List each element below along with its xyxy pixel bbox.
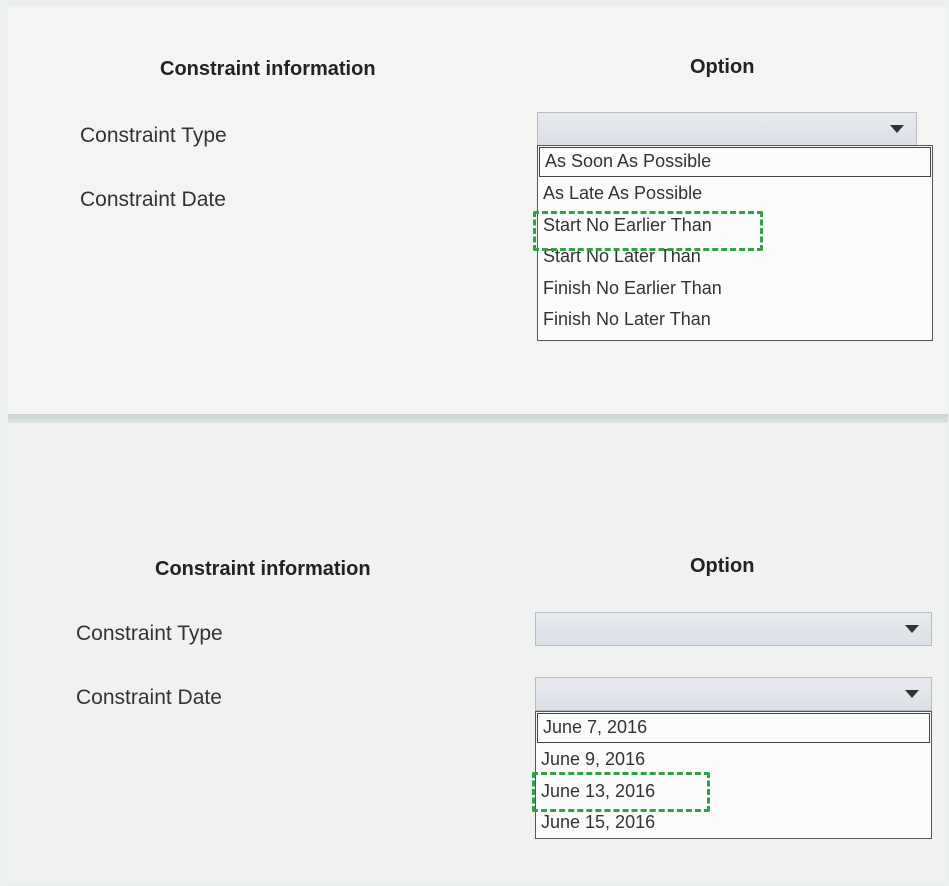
constraint-type-select[interactable] — [537, 112, 917, 146]
dropdown-option[interactable]: June 15, 2016 — [536, 807, 931, 839]
constraint-date-select[interactable] — [535, 677, 932, 711]
constraint-date-label: Constraint Date — [80, 188, 226, 211]
constraint-date-label: Constraint Date — [76, 686, 222, 709]
option-header: Option — [690, 56, 755, 78]
option-header: Option — [690, 555, 755, 577]
constraint-info-header: Constraint information — [160, 58, 376, 80]
dropdown-option-selected[interactable]: Start No Earlier Than — [538, 210, 932, 242]
constraint-type-select[interactable] — [535, 612, 932, 646]
dropdown-option[interactable]: As Soon As Possible — [539, 147, 931, 177]
constraint-date-dropdown[interactable]: June 7, 2016 June 9, 2016 June 13, 2016 … — [535, 711, 932, 839]
dropdown-option[interactable]: Start No Later Than — [538, 241, 932, 273]
constraint-type-label: Constraint Type — [80, 124, 227, 147]
dropdown-option[interactable]: June 9, 2016 — [536, 744, 931, 776]
dropdown-option[interactable]: Finish No Later Than — [538, 304, 932, 336]
constraint-type-label: Constraint Type — [76, 622, 223, 645]
chevron-down-icon[interactable] — [905, 625, 919, 633]
chevron-down-icon[interactable] — [905, 690, 919, 698]
dropdown-option-selected[interactable]: June 13, 2016 — [536, 776, 931, 808]
chevron-down-icon[interactable] — [890, 125, 904, 133]
dropdown-option[interactable]: As Late As Possible — [538, 178, 932, 210]
constraint-type-dropdown[interactable]: As Soon As Possible As Late As Possible … — [537, 145, 933, 341]
dropdown-option[interactable]: Finish No Earlier Than — [538, 273, 932, 305]
constraint-info-header: Constraint information — [155, 558, 371, 580]
section-divider — [8, 414, 948, 423]
dropdown-option[interactable]: June 7, 2016 — [537, 713, 930, 743]
